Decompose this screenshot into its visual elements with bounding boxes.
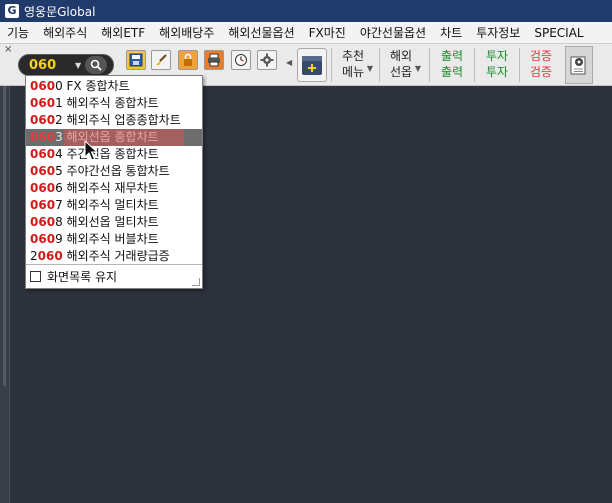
mouse-cursor-icon <box>84 140 99 161</box>
verify-button[interactable]: 검증 검증 <box>521 48 561 82</box>
dropdown-item-0606[interactable]: 0606 해외주식 재무차트 <box>26 180 202 197</box>
print-icon <box>208 53 220 67</box>
verify-label-1: 검증 <box>529 49 553 63</box>
chevron-down-icon: ▼ <box>414 64 421 73</box>
dropdown-item-0608[interactable]: 0608 해외선옵 멀티차트 <box>26 214 202 231</box>
verify-label-2: 검증 <box>529 65 553 79</box>
menu-item-overseas-etf[interactable]: 해외ETF <box>94 22 152 43</box>
toolbar-separator <box>474 48 475 82</box>
overseas-options-button[interactable]: 해외 선옵 ▼ <box>381 48 421 82</box>
chevron-down-icon: ▼ <box>366 64 373 73</box>
dropdown-divider <box>26 264 202 265</box>
keep-list-option[interactable]: 화면목록 유지 <box>30 268 117 285</box>
dropdown-item-0600[interactable]: 0600 FX 종합차트 <box>26 78 202 95</box>
add-screen-button[interactable] <box>297 48 327 82</box>
search-button[interactable] <box>85 56 108 74</box>
screen-number-input[interactable]: 060 <box>29 58 75 73</box>
resize-grip-icon[interactable] <box>192 278 200 286</box>
toolbar-separator <box>379 48 380 82</box>
menu-item-overseas-stock[interactable]: 해외주식 <box>36 22 94 43</box>
menu-item-chart[interactable]: 차트 <box>433 22 469 43</box>
output-label-2: 출력 <box>440 65 464 79</box>
output-button[interactable]: 출력 출력 <box>432 48 472 82</box>
brush-icon <box>156 54 167 65</box>
title-bar: G 영웅문Global <box>0 0 612 22</box>
lock-button[interactable] <box>178 50 198 70</box>
menu-item-night-futures-options[interactable]: 야간선물옵션 <box>353 22 433 43</box>
dropdown-item-0602[interactable]: 0602 해외주식 업종종합차트 <box>26 112 202 129</box>
print-button[interactable] <box>204 50 224 70</box>
toolbar-separator <box>519 48 520 82</box>
recommend-menu-button[interactable]: 추천 메뉴 ▼ <box>333 48 373 82</box>
keep-list-checkbox[interactable] <box>30 271 41 282</box>
save-icon <box>129 53 143 67</box>
left-panel-handle[interactable] <box>0 86 10 503</box>
chevron-down-icon[interactable]: ▼ <box>75 61 81 70</box>
invest-label-2: 투자 <box>485 65 509 79</box>
save-button[interactable] <box>126 50 146 70</box>
settings-document-icon <box>570 56 586 75</box>
clock-icon <box>235 54 247 66</box>
toolbar-close-icon[interactable]: × <box>4 44 12 55</box>
scroll-left-icon[interactable]: ◀ <box>286 58 292 67</box>
add-folder-icon <box>302 56 322 75</box>
handle-bar <box>3 86 6 386</box>
menu-item-investment-info[interactable]: 투자정보 <box>469 22 527 43</box>
screen-search-box[interactable]: 060 ▼ <box>18 54 114 76</box>
dropdown-item-0609[interactable]: 0609 해외주식 버블차트 <box>26 231 202 248</box>
dropdown-item-0605[interactable]: 0605 주야간선옵 통합차트 <box>26 163 202 180</box>
output-label-1: 출력 <box>440 49 464 63</box>
gear-icon <box>260 53 274 67</box>
menu-item-overseas-dividend[interactable]: 해외배당주 <box>152 22 221 43</box>
menu-bar: 기능 해외주식 해외ETF 해외배당주 해외선물옵션 FX마진 야간선물옵션 차… <box>0 22 612 44</box>
dropdown-item-2060[interactable]: 2060 해외주식 거래량급증 <box>26 248 202 265</box>
invest-button[interactable]: 투자 투자 <box>477 48 517 82</box>
screen-number-dropdown: 0600 FX 종합차트 0601 해외주식 종합차트 0602 해외주식 업종… <box>25 75 203 289</box>
search-icon <box>90 59 102 71</box>
toolbar-separator <box>429 48 430 82</box>
menu-item-function[interactable]: 기능 <box>0 22 36 43</box>
menu-item-fx-margin[interactable]: FX마진 <box>302 22 353 43</box>
dropdown-item-0601[interactable]: 0601 해외주식 종합차트 <box>26 95 202 112</box>
dropdown-item-0603[interactable]: 0603 해외선옵 종합차트 <box>26 129 202 146</box>
brush-button[interactable] <box>151 50 171 70</box>
dropdown-list: 0600 FX 종합차트 0601 해외주식 종합차트 0602 해외주식 업종… <box>26 78 202 265</box>
keep-list-label: 화면목록 유지 <box>47 270 118 284</box>
app-logo: G <box>5 4 19 18</box>
clock-button[interactable] <box>231 50 251 70</box>
dropdown-item-0607[interactable]: 0607 해외주식 멀티차트 <box>26 197 202 214</box>
dropdown-item-0604[interactable]: 0604 주간선옵 종합차트 <box>26 146 202 163</box>
lock-icon <box>184 53 192 66</box>
toolbar-separator <box>331 48 332 82</box>
invest-label-1: 투자 <box>485 49 509 63</box>
menu-item-overseas-futures-options[interactable]: 해외선물옵션 <box>221 22 301 43</box>
window-title: 영웅문Global <box>24 4 96 19</box>
settings-button[interactable] <box>257 50 277 70</box>
screen-settings-button[interactable] <box>565 46 593 84</box>
menu-item-special[interactable]: SPECIAL <box>527 22 590 43</box>
